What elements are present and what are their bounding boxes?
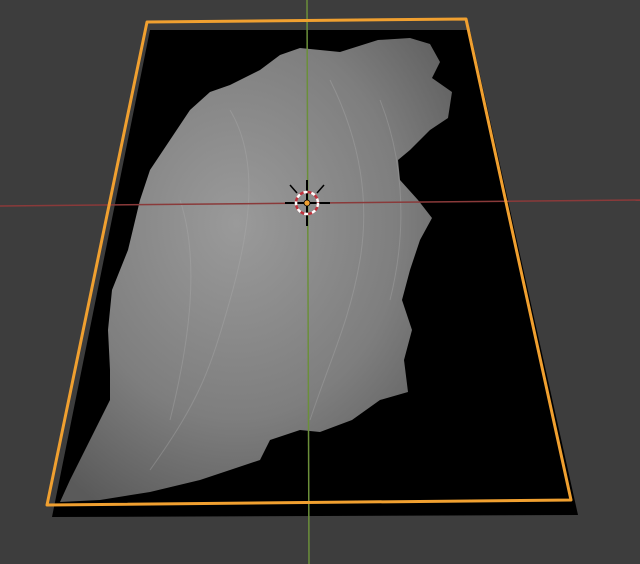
- 3d-viewport[interactable]: [0, 0, 640, 564]
- viewport-canvas[interactable]: [0, 0, 640, 564]
- object-origin-icon: [303, 199, 311, 207]
